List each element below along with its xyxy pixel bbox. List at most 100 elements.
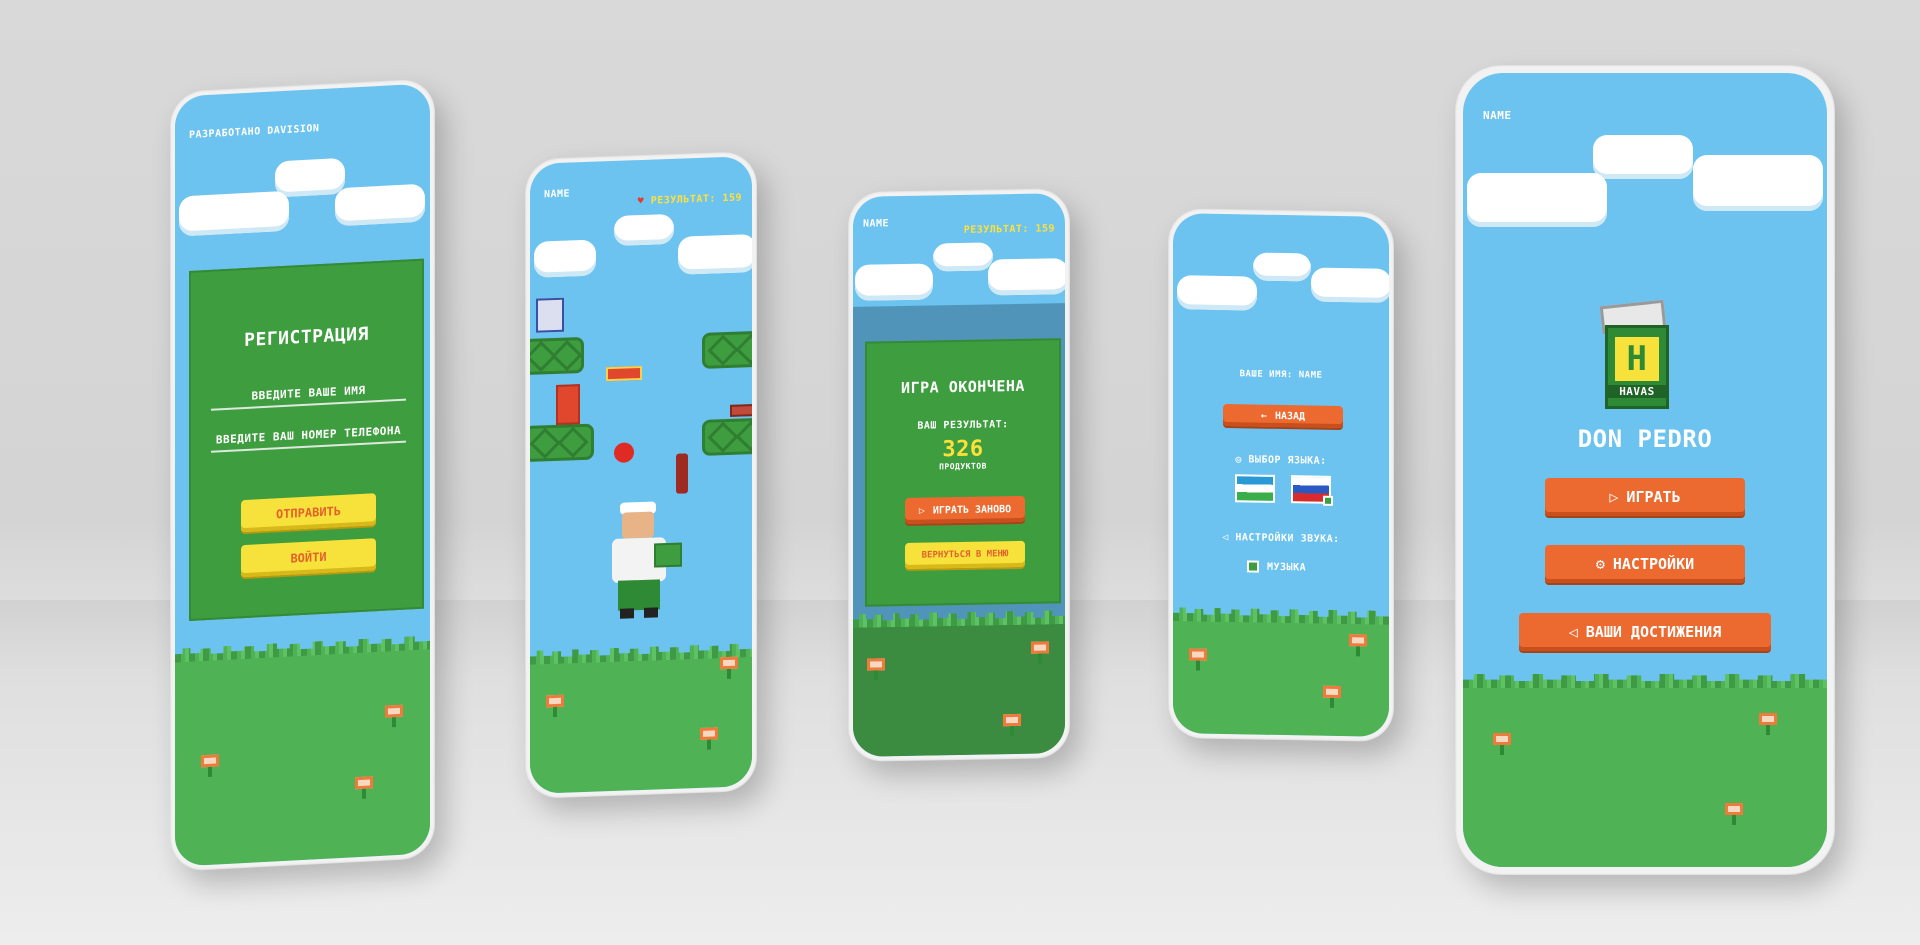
registration-screen: РАЗРАБОТАНО DAVISION РЕГИСТРАЦИЯ ВВЕДИТЕ…	[175, 83, 430, 867]
phone-registration: РАЗРАБОТАНО DAVISION РЕГИСТРАЦИЯ ВВЕДИТЕ…	[170, 78, 435, 872]
havas-logo: H HAVAS	[1595, 299, 1679, 413]
back-to-menu-button[interactable]: ВЕРНУТЬСЯ В МЕНЮ	[905, 540, 1025, 569]
language-heading: ◎ ВЫБОР ЯЗЫКА:	[1173, 453, 1389, 468]
language-label: ВЫБОР ЯЗЫКА:	[1248, 454, 1327, 467]
cloud	[855, 263, 933, 301]
play-triangle-icon: ▷	[1609, 488, 1619, 506]
flower	[355, 776, 373, 799]
selected-check-icon	[1323, 495, 1333, 506]
platform	[530, 336, 584, 376]
phone-settings: ВАШЕ ИМЯ: NAME ← НАЗАД ◎ ВЫБОР ЯЗЫКА: ◁ …	[1168, 208, 1394, 742]
play-label: ИГРАТЬ	[1626, 488, 1681, 506]
arrow-left-icon: ←	[1260, 410, 1267, 422]
phone-game-over: NAME РЕЗУЛЬТАТ: 159 ИГРА ОКОНЧЕНА ВАШ РЕ…	[848, 188, 1070, 762]
play-again-label: ИГРАТЬ ЗАНОВО	[932, 503, 1012, 516]
globe-icon: ◎	[1235, 454, 1242, 466]
gameplay-screen: NAME ♥ РЕЗУЛЬТАТ: 159	[530, 156, 752, 794]
flower	[546, 694, 564, 718]
music-label: МУЗЫКА	[1267, 561, 1307, 574]
result-label: ВАШ РЕЗУЛЬТАТ:	[917, 419, 1009, 432]
cloud	[1177, 275, 1257, 311]
flag-russia-option[interactable]	[1291, 475, 1333, 506]
play-button[interactable]: ▷ ИГРАТЬ	[1545, 478, 1745, 516]
submit-button[interactable]: ОТПРАВИТЬ	[241, 493, 376, 533]
cloud	[614, 213, 674, 246]
cloud	[1253, 252, 1311, 282]
cloud	[1693, 155, 1823, 211]
name-input[interactable]: ВВЕДИТЕ ВАШЕ ИМЯ	[211, 381, 406, 411]
cloud	[275, 157, 345, 198]
cloud	[678, 233, 752, 275]
game-over-screen: NAME РЕЗУЛЬТАТ: 159 ИГРА ОКОНЧЕНА ВАШ РЕ…	[853, 193, 1065, 757]
registration-panel: РЕГИСТРАЦИЯ ВВЕДИТЕ ВАШЕ ИМЯ ВВЕДИТЕ ВАШ…	[189, 258, 424, 621]
player-name: NAME	[544, 188, 571, 201]
flower	[1493, 733, 1511, 755]
back-label: НАЗАД	[1274, 410, 1306, 422]
cloud	[1311, 267, 1389, 303]
flower	[385, 704, 403, 728]
sausage	[730, 403, 752, 417]
speaker-icon: ◁	[1222, 531, 1229, 544]
cloud	[933, 242, 993, 272]
cloud	[1467, 173, 1607, 227]
phone-gameplay: NAME ♥ РЕЗУЛЬТАТ: 159	[525, 150, 757, 800]
arrow-left-icon: ◁	[1568, 623, 1578, 641]
settings-label: НАСТРОЙКИ	[1612, 555, 1695, 573]
game-over-title: ИГРА ОКОНЧЕНА	[901, 376, 1025, 398]
flower	[720, 656, 738, 680]
player-name: NAME	[863, 218, 890, 230]
your-name-label: ВАШЕ ИМЯ: NAME	[1239, 369, 1323, 381]
registration-title: РЕГИСТРАЦИЯ	[244, 323, 369, 352]
flower	[1725, 803, 1743, 825]
flower	[1759, 713, 1777, 735]
flower	[700, 727, 718, 750]
score-display: ♥ РЕЗУЛЬТАТ: 159	[638, 192, 742, 207]
player-name: NAME	[1483, 109, 1512, 122]
flower	[1323, 685, 1341, 708]
game-over-panel: ИГРА ОКОНЧЕНА ВАШ РЕЗУЛЬТАТ: 326 ПРОДУКТ…	[865, 338, 1061, 607]
chef-character	[612, 501, 682, 623]
developer-credit: РАЗРАБОТАНО DAVISION	[189, 123, 320, 141]
music-checkbox[interactable]	[1247, 560, 1259, 573]
juice-box	[556, 384, 580, 425]
sauce-bottle	[676, 453, 688, 494]
sound-heading: ◁ НАСТРОЙКИ ЗВУКА:	[1173, 531, 1389, 546]
flag-uzbekistan-option[interactable]	[1235, 474, 1275, 503]
platform	[702, 417, 752, 456]
platform	[530, 423, 594, 463]
score-text: РЕЗУЛЬТАТ: 159	[963, 223, 1055, 236]
milk-carton	[536, 297, 564, 333]
settings-button[interactable]: ⚙ НАСТРОЙКИ	[1545, 545, 1745, 583]
flower	[1031, 641, 1049, 664]
result-value: 326	[942, 436, 984, 463]
basket	[654, 542, 682, 568]
flower	[201, 754, 219, 777]
play-again-button[interactable]: ▷ ИГРАТЬ ЗАНОВО	[905, 495, 1025, 524]
phone-input[interactable]: ВВЕДИТЕ ВАШ НОМЕР ТЕЛЕФОНА	[211, 423, 406, 453]
grass-ground	[1463, 682, 1827, 867]
cloud	[988, 258, 1065, 296]
settings-screen: ВАШЕ ИМЯ: NAME ← НАЗАД ◎ ВЫБОР ЯЗЫКА: ◁ …	[1173, 213, 1389, 737]
score-text: РЕЗУЛЬТАТ: 159	[650, 192, 742, 207]
achievements-button[interactable]: ◁ ВАШИ ДОСТИЖЕНИЯ	[1519, 613, 1771, 651]
result-unit: ПРОДУКТОВ	[939, 461, 987, 472]
apple	[614, 442, 634, 463]
cloud	[335, 183, 425, 227]
back-button[interactable]: ← НАЗАД	[1223, 403, 1343, 429]
play-triangle-icon: ▷	[918, 505, 925, 517]
grass-ground	[530, 651, 752, 794]
logo-letter: H	[1615, 337, 1659, 381]
cloud	[179, 190, 289, 237]
flower	[867, 658, 885, 681]
main-menu-screen: NAME H HAVAS DON PEDRO ▷ ИГРАТЬ ⚙ НАСТРО…	[1463, 73, 1827, 867]
chocolate-bar	[606, 365, 642, 382]
platform	[702, 330, 752, 369]
sound-label: НАСТРОЙКИ ЗВУКА:	[1235, 532, 1340, 546]
cloud	[534, 239, 596, 278]
phone-main-menu: NAME H HAVAS DON PEDRO ▷ ИГРАТЬ ⚙ НАСТРО…	[1455, 65, 1835, 875]
game-title: DON PEDRO	[1577, 425, 1713, 453]
login-button[interactable]: ВОЙТИ	[241, 538, 376, 578]
heart-icon: ♥	[637, 195, 645, 208]
gear-icon: ⚙	[1595, 555, 1605, 573]
achievements-label: ВАШИ ДОСТИЖЕНИЯ	[1585, 623, 1722, 641]
